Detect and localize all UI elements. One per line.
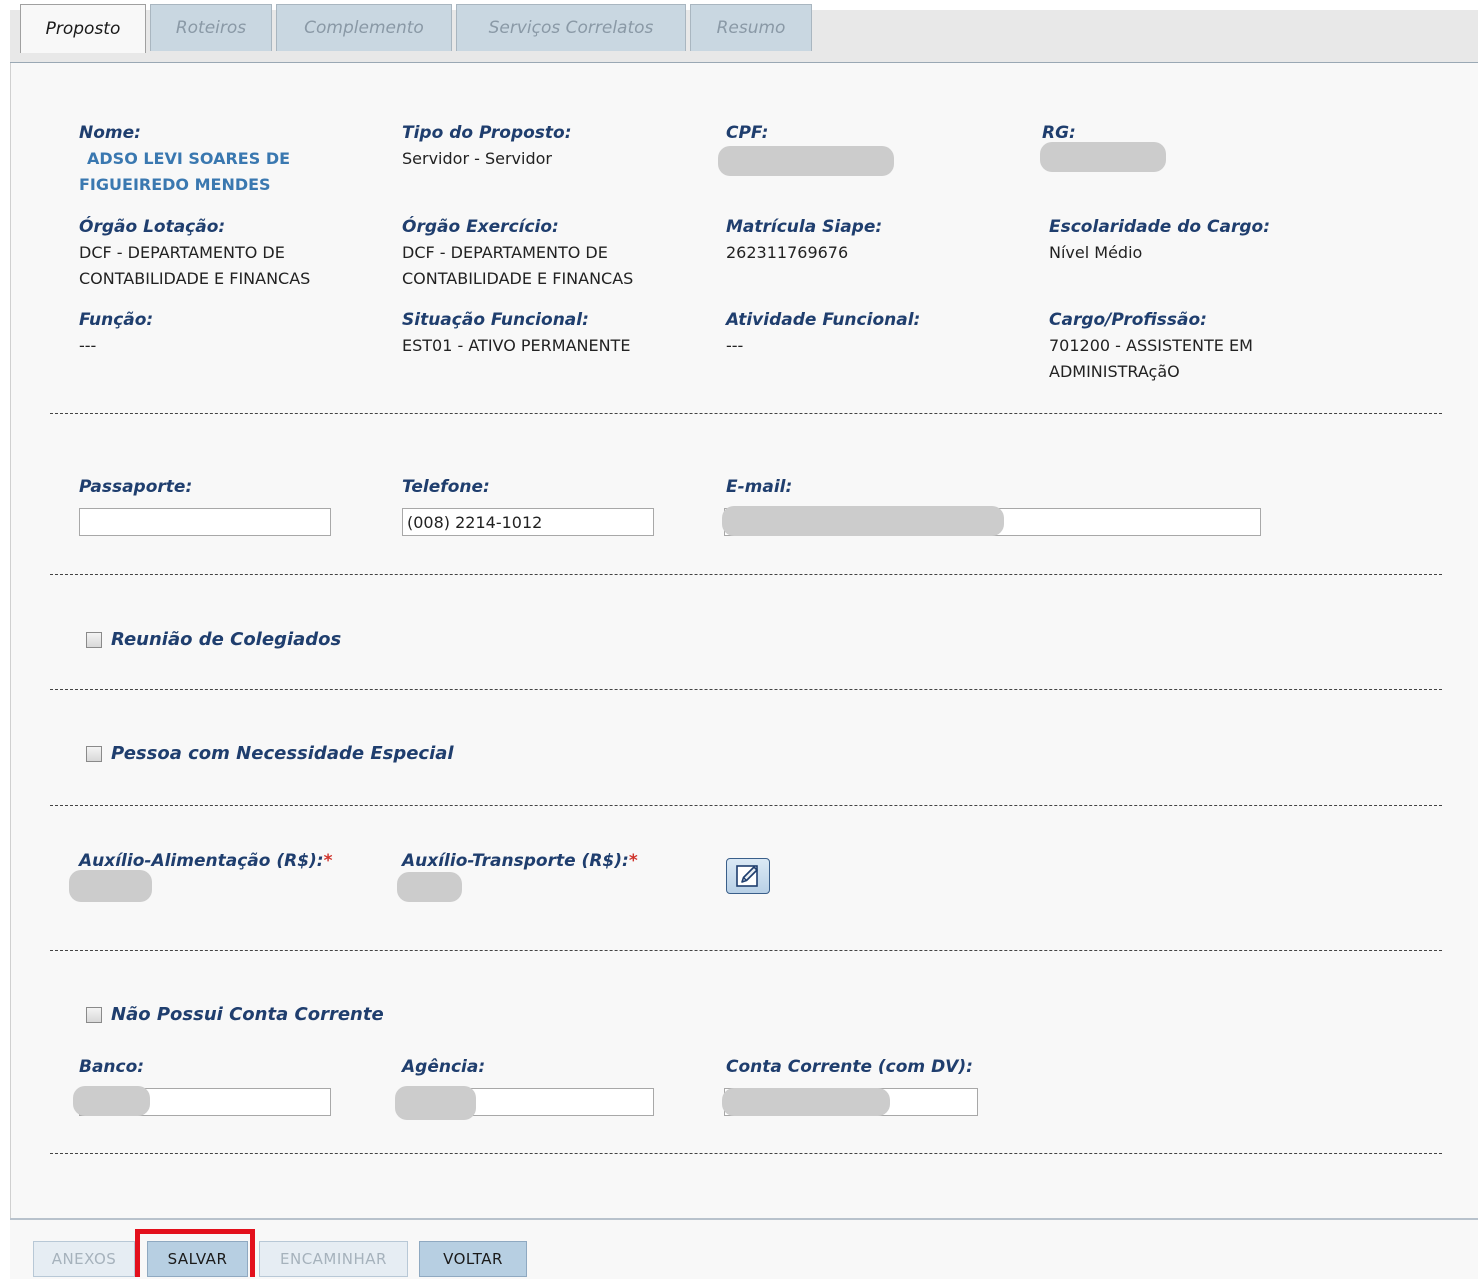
required-mark: * — [323, 851, 333, 871]
encaminhar-button[interactable]: ENCAMINHAR — [259, 1241, 408, 1277]
email-label: E-mail: — [726, 477, 793, 497]
sem-conta-corrente-label: Não Possui Conta Corrente — [111, 1004, 384, 1025]
telefone-input[interactable] — [402, 508, 654, 536]
auxilio-transporte-label-text: Auxílio-Transporte (R$): — [402, 851, 629, 871]
cpf-label: CPF: — [726, 123, 769, 143]
funcao-label: Função: — [79, 310, 154, 330]
funcao-value: --- — [79, 336, 97, 355]
orgao-lotacao-label: Órgão Lotação: — [79, 217, 226, 237]
tab-complemento[interactable]: Complemento — [276, 4, 452, 51]
edit-pencil-icon — [736, 865, 758, 887]
nome-value-line1: ADSO LEVI SOARES DE — [87, 149, 291, 168]
section-divider — [50, 805, 1442, 806]
anexos-button[interactable]: ANEXOS — [33, 1241, 135, 1277]
section-divider — [50, 574, 1442, 575]
agencia-redacted — [395, 1086, 476, 1120]
orgao-exercicio-line2: CONTABILIDADE E FINANCAS — [402, 269, 634, 288]
tipo-proposto-value: Servidor - Servidor — [402, 149, 552, 168]
orgao-exercicio-label: Órgão Exercício: — [402, 217, 559, 237]
matricula-label: Matrícula Siape: — [726, 217, 883, 237]
cargo-value-line2: ADMINISTRAçãO — [1049, 362, 1180, 381]
auxilio-alimentacao-label: Auxílio-Alimentação (R$):* — [79, 850, 333, 872]
reuniao-colegiados-label: Reunião de Colegiados — [111, 629, 342, 650]
section-divider — [50, 689, 1442, 690]
auxilio-transporte-redacted — [397, 872, 462, 902]
atividade-funcional-label: Atividade Funcional: — [726, 310, 921, 330]
salvar-highlight-box — [135, 1229, 255, 1277]
banco-label: Banco: — [79, 1057, 145, 1077]
section-divider — [50, 413, 1442, 414]
nome-label: Nome: — [79, 123, 141, 143]
orgao-lotacao-line2: CONTABILIDADE E FINANCAS — [79, 269, 311, 288]
escolaridade-value: Nível Médio — [1049, 243, 1143, 262]
conta-corrente-redacted — [722, 1088, 890, 1116]
situacao-funcional-value: EST01 - ATIVO PERMANENTE — [402, 336, 631, 355]
voltar-button[interactable]: VOLTAR — [419, 1241, 527, 1277]
passaporte-label: Passaporte: — [79, 477, 193, 497]
edit-auxilio-button[interactable] — [726, 858, 770, 894]
tipo-proposto-label: Tipo do Proposto: — [402, 123, 572, 143]
escolaridade-label: Escolaridade do Cargo: — [1049, 217, 1270, 237]
necessidade-especial-label: Pessoa com Necessidade Especial — [111, 743, 454, 764]
tab-proposto[interactable]: Proposto — [20, 4, 146, 53]
section-divider — [50, 1153, 1442, 1154]
tab-roteiros[interactable]: Roteiros — [150, 4, 272, 51]
situacao-funcional-label: Situação Funcional: — [402, 310, 589, 330]
auxilio-alimentacao-redacted — [69, 870, 152, 902]
conta-corrente-label: Conta Corrente (com DV): — [726, 1057, 973, 1077]
rg-label: RG: — [1042, 123, 1076, 143]
nome-value-line2: FIGUEIREDO MENDES — [79, 175, 271, 194]
matricula-value: 262311769676 — [726, 243, 849, 262]
auxilio-transporte-label: Auxílio-Transporte (R$):* — [402, 850, 638, 872]
reuniao-colegiados-checkbox[interactable] — [86, 632, 102, 648]
email-redacted — [722, 506, 1004, 536]
cpf-redacted — [718, 146, 894, 176]
orgao-exercicio-line1: DCF - DEPARTAMENTO DE — [402, 243, 608, 262]
orgao-lotacao-line1: DCF - DEPARTAMENTO DE — [79, 243, 285, 262]
required-mark: * — [628, 851, 638, 871]
passaporte-input[interactable] — [79, 508, 331, 536]
necessidade-especial-checkbox[interactable] — [86, 746, 102, 762]
cargo-value-line1: 701200 - ASSISTENTE EM — [1049, 336, 1253, 355]
section-divider — [50, 950, 1442, 951]
agencia-label: Agência: — [402, 1057, 486, 1077]
auxilio-alimentacao-label-text: Auxílio-Alimentação (R$): — [79, 851, 324, 871]
tab-resumo[interactable]: Resumo — [690, 4, 812, 51]
atividade-funcional-value: --- — [726, 336, 744, 355]
telefone-label: Telefone: — [402, 477, 490, 497]
rg-redacted — [1040, 142, 1166, 172]
banco-redacted — [73, 1086, 150, 1116]
tab-servicos-correlatos[interactable]: Serviços Correlatos — [456, 4, 686, 51]
sem-conta-corrente-checkbox[interactable] — [86, 1007, 102, 1023]
cargo-label: Cargo/Profissão: — [1049, 310, 1207, 330]
